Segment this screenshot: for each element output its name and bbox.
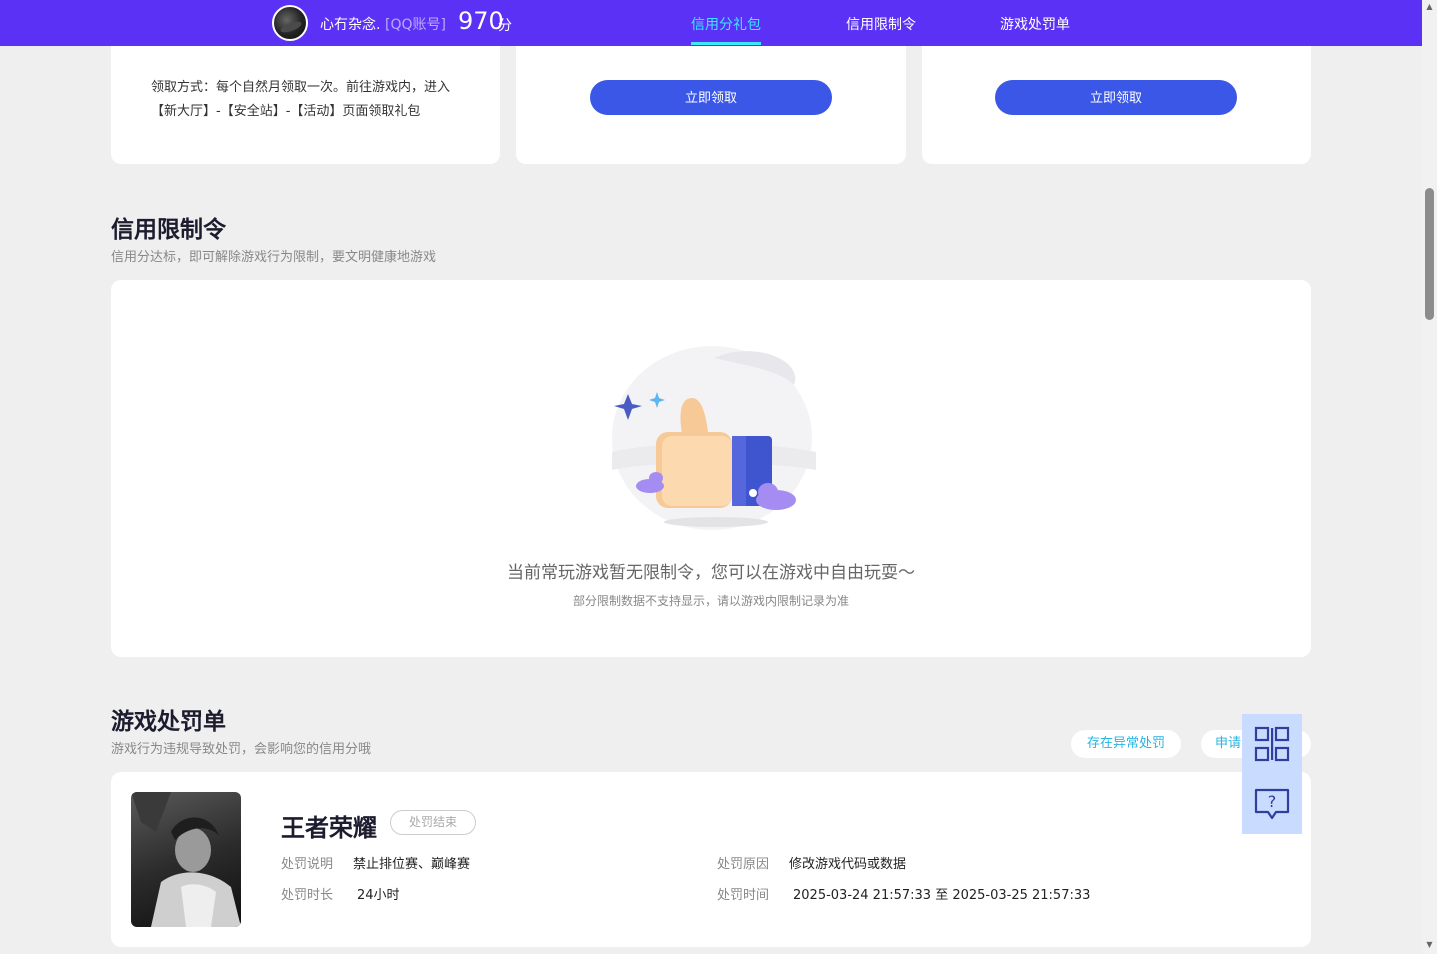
claim-button-2[interactable]: 立即领取 [995,80,1237,115]
avatar[interactable] [272,5,308,41]
active-tab-indicator [691,42,761,45]
scrollbar-thumb[interactable] [1425,188,1434,320]
claim-button-1[interactable]: 立即领取 [590,80,832,115]
score-unit: 分 [498,18,512,34]
svg-text:?: ? [1268,792,1277,811]
tab-restriction[interactable]: 信用限制令 [846,14,916,34]
floating-panel: ? [1242,714,1302,834]
penalty-duration-value: 24小时 [357,888,400,903]
restriction-subtitle: 信用分达标，即可解除游戏行为限制，要文明健康地游戏 [111,250,437,265]
scrollbar-track[interactable] [1422,0,1437,954]
tab-gift-package[interactable]: 信用分礼包 [691,14,761,34]
penalty-subtitle: 游戏行为违规导致处罚，会影响您的信用分哦 [111,742,372,757]
penalty-reason-label: 处罚原因 [717,857,770,872]
username: 心冇杂念. [320,17,381,33]
penalty-title: 游戏处罚单 [111,709,226,735]
penalty-desc-label: 处罚说明 [281,857,334,872]
help-chat-icon: ? [1254,788,1290,820]
abnormal-penalty-button[interactable]: 存在异常处罚 [1071,730,1181,758]
hero-portrait-icon [131,792,241,927]
penalty-time-value: 2025-03-24 21:57:33 至 2025-03-25 21:57:3… [793,888,1091,903]
penalty-reason-value: 修改游戏代码或数据 [789,857,907,872]
empty-state-message: 当前常玩游戏暂无限制令，您可以在游戏中自由玩耍～ [507,563,915,583]
qr-code-button[interactable] [1242,714,1302,774]
empty-state-note: 部分限制数据不支持显示，请以游戏内限制记录为准 [572,594,849,608]
qr-code-icon [1254,726,1290,762]
account-type: [QQ账号] [385,17,446,33]
thumbs-up-illustration [612,346,816,530]
status-badge: 处罚结束 [390,810,476,835]
top-bar: 心冇杂念. [QQ账号] 970 分 信用分礼包 信用限制令 游戏处罚单 [0,0,1422,46]
help-button[interactable]: ? [1242,774,1302,834]
credit-score: 970 [458,7,504,35]
game-name: 王者荣耀 [281,814,377,842]
restriction-title: 信用限制令 [111,217,226,243]
penalty-desc-value: 禁止排位赛、巅峰赛 [353,857,471,872]
game-hero-image [131,792,241,927]
scroll-up-icon[interactable]: ▲ [1425,2,1434,12]
penalty-time-label: 处罚时间 [717,888,770,903]
penalty-duration-label: 处罚时长 [281,888,334,903]
tab-penalty[interactable]: 游戏处罚单 [1000,14,1070,34]
claim-method-text: 领取方式：每个自然月领取一次。前往游戏内，进入【新大厅】-【安全站】-【活动】页… [151,80,451,119]
scroll-down-icon[interactable]: ▼ [1425,940,1434,950]
